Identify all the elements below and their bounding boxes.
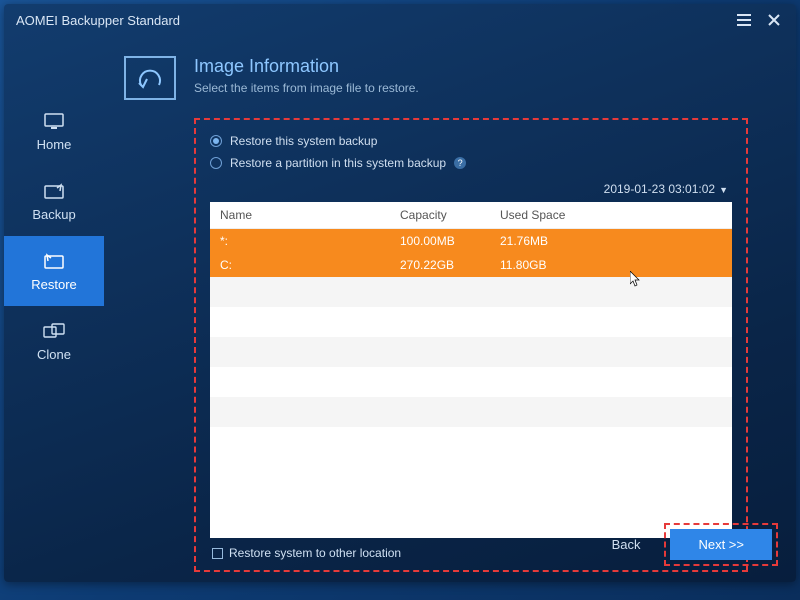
checkbox-label: Restore system to other location	[229, 546, 401, 560]
col-capacity: Capacity	[400, 208, 500, 222]
body: Home Backup Restore Clone	[4, 36, 796, 582]
sidebar-item-restore[interactable]: Restore	[4, 236, 104, 306]
table-row-empty	[210, 367, 732, 397]
titlebar: AOMEI Backupper Standard	[4, 4, 796, 36]
radio-icon	[210, 135, 222, 147]
app-window: AOMEI Backupper Standard Home Backup	[4, 4, 796, 582]
content-highlight-box: Restore this system backup Restore a par…	[194, 118, 748, 572]
backup-icon	[42, 181, 66, 201]
table-body: *: 100.00MB 21.76MB C: 270.22GB 11.80GB	[210, 229, 732, 538]
menu-icon[interactable]	[734, 10, 754, 30]
image-info-icon	[124, 56, 176, 100]
app-title: AOMEI Backupper Standard	[16, 13, 180, 28]
radio-icon	[210, 157, 222, 169]
cell-name: *:	[220, 234, 400, 248]
sidebar-item-home[interactable]: Home	[4, 96, 104, 166]
chevron-down-icon: ▼	[719, 185, 728, 195]
sidebar-label: Restore	[31, 277, 77, 292]
cell-capacity: 270.22GB	[400, 258, 500, 272]
page-header: Image Information Select the items from …	[124, 56, 748, 100]
table-row-empty	[210, 307, 732, 337]
cell-capacity: 100.00MB	[400, 234, 500, 248]
table-row-empty	[210, 277, 732, 307]
timestamp-dropdown[interactable]: 2019-01-23 03:01:02 ▼	[210, 182, 728, 196]
cursor-icon	[630, 271, 642, 287]
sidebar-label: Home	[37, 137, 72, 152]
radio-restore-partition[interactable]: Restore a partition in this system backu…	[210, 156, 732, 170]
close-icon[interactable]	[764, 10, 784, 30]
radio-label: Restore a partition in this system backu…	[230, 156, 446, 170]
table-row[interactable]: C: 270.22GB 11.80GB	[210, 253, 732, 277]
radio-restore-system[interactable]: Restore this system backup	[210, 134, 732, 148]
radio-label: Restore this system backup	[230, 134, 377, 148]
back-button[interactable]: Back	[602, 529, 651, 560]
next-highlight-box: Next >>	[664, 523, 778, 566]
page-title: Image Information	[194, 56, 419, 77]
home-icon	[42, 111, 66, 131]
next-button[interactable]: Next >>	[670, 529, 772, 560]
col-used: Used Space	[500, 208, 722, 222]
main: Image Information Select the items from …	[104, 36, 796, 582]
cell-used: 11.80GB	[500, 258, 722, 272]
cell-used: 21.76MB	[500, 234, 722, 248]
clone-icon	[42, 321, 66, 341]
sidebar-item-clone[interactable]: Clone	[4, 306, 104, 376]
timestamp-value: 2019-01-23 03:01:02	[604, 182, 715, 196]
partition-table: Name Capacity Used Space *: 100.00MB 21.…	[210, 202, 732, 538]
cell-name: C:	[220, 258, 400, 272]
col-name: Name	[220, 208, 400, 222]
sidebar: Home Backup Restore Clone	[4, 36, 104, 582]
sidebar-label: Clone	[37, 347, 71, 362]
table-header: Name Capacity Used Space	[210, 202, 732, 229]
table-row-empty	[210, 337, 732, 367]
sidebar-item-backup[interactable]: Backup	[4, 166, 104, 236]
table-row-empty	[210, 427, 732, 457]
checkbox-icon	[212, 548, 223, 559]
page-subtitle: Select the items from image file to rest…	[194, 81, 419, 95]
table-row-empty	[210, 397, 732, 427]
sidebar-label: Backup	[32, 207, 75, 222]
restore-icon	[42, 251, 66, 271]
help-icon[interactable]: ?	[454, 157, 466, 169]
footer: Back Next >>	[602, 523, 778, 566]
table-row[interactable]: *: 100.00MB 21.76MB	[210, 229, 732, 253]
